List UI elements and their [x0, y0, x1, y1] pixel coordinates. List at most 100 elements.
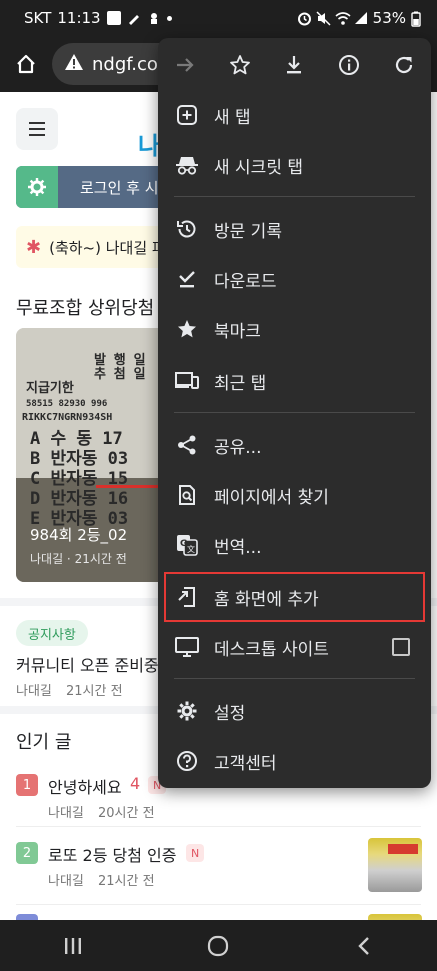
home-nav-button[interactable] — [198, 926, 238, 966]
battery-level: 53% — [372, 9, 406, 27]
menu-item-help[interactable]: 고객센터 — [158, 736, 431, 786]
home-circle-icon — [208, 935, 229, 956]
thumb-red-label — [388, 844, 418, 854]
login-button[interactable]: 로그인 후 시 — [16, 166, 176, 208]
bookmark-star-icon — [229, 55, 250, 75]
wifi-icon — [335, 11, 351, 25]
notice-tag[interactable]: 공지사항 — [16, 620, 88, 646]
notice-post-author: 나대길 — [16, 684, 52, 699]
popular-post-title[interactable]: 안녕하세요 — [48, 774, 122, 798]
post-thumbnail[interactable] — [368, 838, 422, 892]
svg-text:추 첨 일: 추 첨 일 — [94, 366, 146, 382]
download-page-button[interactable] — [274, 45, 314, 85]
post-time: 20시간 전 — [98, 806, 155, 821]
popular-section-title: 인기 글 — [16, 732, 72, 753]
battery-icon — [411, 11, 425, 27]
menu-item-history[interactable]: 방문 기록 — [158, 204, 431, 254]
browser-overflow-menu: 새 탭 새 시크릿 탭 방문 기록 다운로드 북마크 최근 탭 공유... 페이… — [158, 38, 431, 788]
status-left: SKT 11:13 — [24, 9, 172, 27]
menu-item-label: 새 시크릿 탭 — [214, 157, 304, 178]
svg-text:RIKKC7NGRN934SH: RIKKC7NGRN934SH — [22, 412, 112, 423]
menu-item-label: 공유... — [214, 437, 262, 458]
menu-separator — [174, 412, 415, 413]
app-notification-icon — [147, 11, 161, 25]
mute-icon — [316, 11, 331, 26]
share-icon — [174, 432, 200, 458]
site-menu-button[interactable] — [16, 108, 58, 150]
clock: 11:13 — [57, 9, 101, 27]
login-label: 로그인 후 시 — [80, 178, 159, 197]
comment-count: 4 — [130, 774, 141, 793]
forward-icon — [177, 58, 194, 72]
menu-item-share[interactable]: 공유... — [158, 420, 431, 470]
photo-card-meta: 나대길 · 21시간 전 — [30, 552, 127, 566]
desktop-site-checkbox[interactable] — [392, 638, 410, 656]
menu-item-new-tab[interactable]: 새 탭 — [158, 90, 431, 140]
refresh-button[interactable] — [384, 45, 424, 85]
notice-banner[interactable]: ✱ (축하~) 나대길 피 — [16, 226, 176, 268]
svg-text:58515 82930 996: 58515 82930 996 — [26, 399, 107, 409]
svg-text:B 반자동 03: B 반자동 03 — [30, 449, 128, 469]
post-author: 나대길 — [48, 874, 84, 889]
gallery-notification-icon — [106, 11, 121, 25]
post-author: 나대길 — [48, 806, 84, 821]
menu-item-new-incognito-tab[interactable]: 새 시크릿 탭 — [158, 140, 431, 190]
help-icon — [174, 748, 200, 774]
status-right: 53% — [297, 9, 425, 27]
svg-text:文: 文 — [187, 544, 195, 554]
history-icon — [174, 216, 200, 242]
incognito-icon — [174, 152, 200, 178]
login-gear-box — [16, 166, 58, 208]
rank-badge: 1 — [16, 774, 38, 796]
site-logo[interactable]: 나 — [138, 126, 160, 161]
home-button[interactable] — [0, 36, 52, 92]
menu-item-settings[interactable]: 설정 — [158, 686, 431, 736]
row-divider — [16, 904, 421, 905]
svg-text:A 수 동 17: A 수 동 17 — [30, 429, 123, 449]
menu-item-bookmarks[interactable]: 북마크 — [158, 304, 431, 354]
svg-text:D 반자동 16: D 반자동 16 — [30, 489, 128, 509]
clean-notification-icon — [127, 11, 141, 25]
menu-toolbar — [158, 38, 431, 92]
svg-text:지급기한: 지급기한 — [26, 380, 74, 396]
downloads-icon — [174, 266, 200, 292]
notice-text: (축하~) 나대길 피 — [49, 238, 166, 257]
highlight-annotation-box — [164, 572, 425, 622]
back-button[interactable] — [344, 926, 384, 966]
hamburger-line — [29, 128, 45, 130]
notice-post-time: 21시간 전 — [66, 684, 123, 699]
recents-icon — [64, 937, 81, 954]
translate-icon: G文 — [174, 532, 200, 558]
page-info-button[interactable] — [329, 45, 369, 85]
recents-button[interactable] — [53, 926, 93, 966]
rank-badge: 2 — [16, 842, 38, 864]
menu-item-label: 최근 탭 — [214, 373, 267, 394]
forward-button[interactable] — [165, 45, 205, 85]
menu-item-label: 설정 — [214, 703, 246, 724]
section-title-top-winners: 무료조합 상위당첨 — [16, 298, 155, 319]
notice-post-title[interactable]: 커뮤니티 오픈 준비중 — [16, 652, 159, 676]
row-divider — [16, 826, 421, 827]
find-in-page-icon — [174, 482, 200, 508]
recent-tabs-icon — [174, 368, 200, 394]
menu-item-label: 번역... — [214, 537, 262, 558]
menu-item-recent-tabs[interactable]: 최근 탭 — [158, 356, 431, 406]
desktop-icon — [174, 634, 200, 660]
not-secure-warning-icon[interactable] — [64, 53, 84, 76]
winner-photo-card[interactable]: 발 행 일 추 첨 일 지급기한 58515 82930 996 RIKKC7N… — [16, 328, 166, 582]
bookmarks-icon — [174, 316, 200, 342]
menu-item-find-in-page[interactable]: 페이지에서 찾기 — [158, 470, 431, 520]
gear-icon — [28, 178, 46, 196]
bookmark-page-button[interactable] — [220, 45, 260, 85]
photo-card-caption: 984회 2등_02 — [30, 526, 128, 544]
more-notifications-dot — [166, 15, 172, 21]
alarm-icon — [297, 11, 311, 26]
refresh-icon — [395, 56, 412, 74]
popular-post-title[interactable]: 로또 2등 당첨 인증 — [48, 842, 176, 866]
menu-item-label: 데스크톱 사이트 — [214, 639, 329, 660]
menu-item-downloads[interactable]: 다운로드 — [158, 254, 431, 304]
menu-item-desktop-site[interactable]: 데스크톱 사이트 — [158, 622, 431, 672]
menu-item-translate[interactable]: G文 번역... — [158, 520, 431, 570]
download-icon — [287, 56, 302, 74]
menu-item-label: 페이지에서 찾기 — [214, 487, 329, 508]
